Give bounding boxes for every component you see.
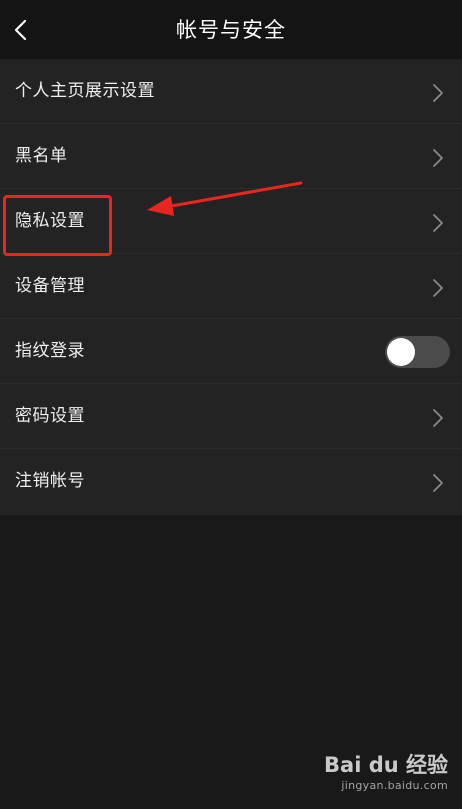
setting-label: 指纹登录 [15,341,85,361]
setting-label: 设备管理 [15,276,85,296]
toggle-knob [387,338,415,366]
setting-row-password[interactable]: 密码设置 [0,384,462,449]
settings-list: 个人主页展示设置 黑名单 隐私设置 设备管理 指纹登录 密码设置 注销帐号 [0,59,462,515]
setting-label: 个人主页展示设置 [15,81,155,101]
setting-label: 注销帐号 [15,471,85,491]
setting-row-profile-display[interactable]: 个人主页展示设置 [0,59,462,124]
chevron-right-icon [433,474,443,492]
chevron-right-icon [433,214,443,232]
page-title: 帐号与安全 [176,18,286,42]
setting-row-blacklist[interactable]: 黑名单 [0,124,462,189]
fingerprint-toggle[interactable] [385,336,450,368]
chevron-right-icon [433,149,443,167]
setting-label: 黑名单 [15,146,68,166]
annotation-highlight-box [3,195,112,256]
watermark-brand: Bai du 经验 [324,753,448,777]
chevron-right-icon [433,279,443,297]
chevron-right-icon [433,84,443,102]
baidu-jingyan-watermark: Bai du 经验 jingyan.baidu.com [324,749,448,799]
chevron-right-icon [433,409,443,427]
setting-row-cancel-account[interactable]: 注销帐号 [0,449,462,515]
setting-row-device-management[interactable]: 设备管理 [0,254,462,319]
header-bar: 帐号与安全 [0,0,462,59]
account-security-screen: 帐号与安全 个人主页展示设置 黑名单 隐私设置 设备管理 指纹登录 密码设置 注… [0,0,462,809]
setting-row-fingerprint-login: 指纹登录 [0,319,462,384]
watermark-url: jingyan.baidu.com [341,779,448,792]
setting-label: 密码设置 [15,406,85,426]
